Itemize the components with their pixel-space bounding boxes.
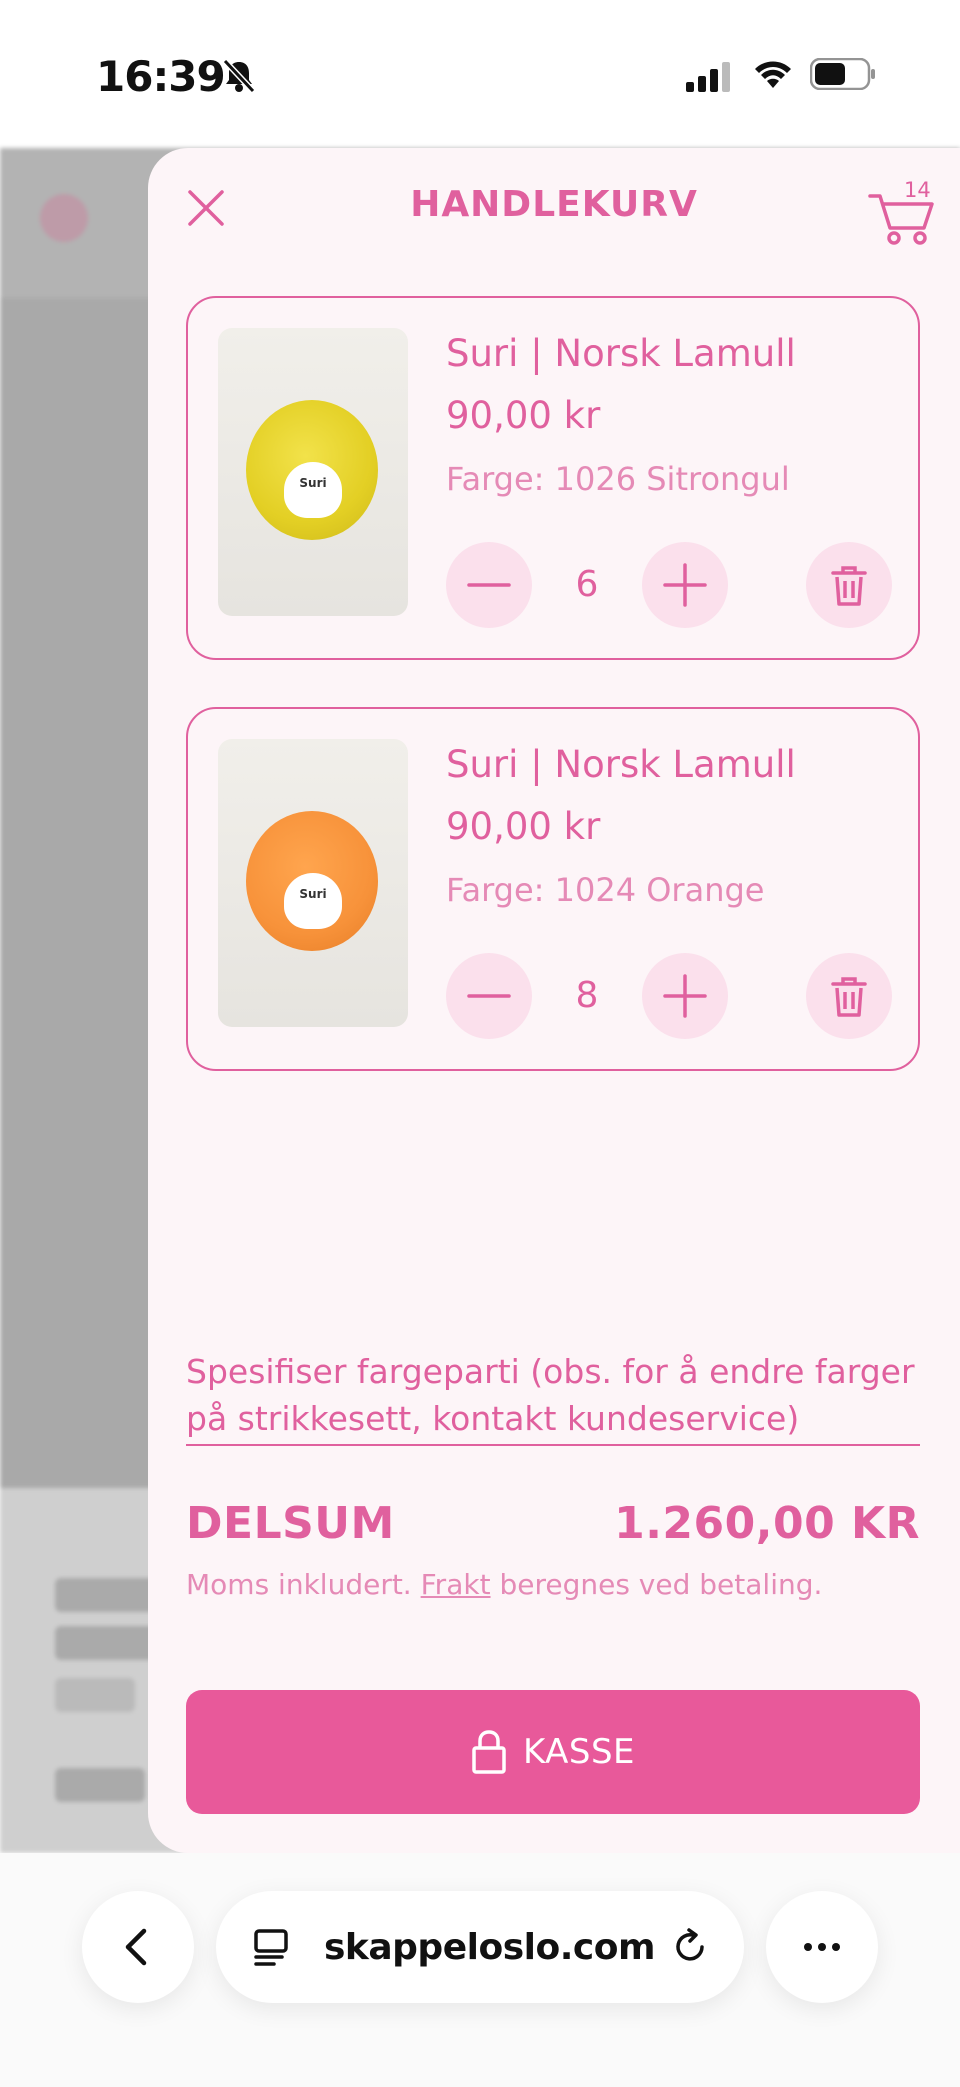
cart-drawer: HANDLEKURV 14 Suri Suri | Norsk Lamull 9… — [148, 148, 960, 1853]
background-text-line — [55, 1768, 145, 1802]
trash-icon — [831, 977, 867, 1017]
product-variant: Farge: 1026 Sitrongul — [446, 460, 790, 498]
tax-note-text: Moms inkludert. — [186, 1568, 421, 1601]
remove-item-button[interactable] — [806, 953, 892, 1039]
quantity-value[interactable]: 8 — [532, 953, 642, 1039]
reload-icon[interactable] — [670, 1927, 710, 1967]
checkout-label: KASSE — [522, 1732, 636, 1772]
address-bar[interactable]: skappeloslo.com — [216, 1891, 744, 2003]
minus-icon — [467, 583, 511, 587]
product-variant: Farge: 1024 Orange — [446, 871, 765, 909]
increase-quantity-button[interactable] — [642, 542, 728, 628]
yarn-label: Suri — [284, 873, 342, 929]
product-price: 90,00 kr — [446, 805, 601, 848]
cart-item: Suri Suri | Norsk Lamull 90,00 kr Farge:… — [186, 707, 920, 1071]
checkout-button[interactable]: KASSE — [186, 1690, 920, 1814]
cart-item: Suri Suri | Norsk Lamull 90,00 kr Farge:… — [186, 296, 920, 660]
bell-muted-icon — [222, 58, 256, 94]
decrease-quantity-button[interactable] — [446, 542, 532, 628]
yarn-label: Suri — [284, 462, 342, 518]
subtotal-value: 1.260,00 KR — [614, 1498, 920, 1549]
more-icon — [804, 1943, 840, 1951]
product-name[interactable]: Suri | Norsk Lamull — [446, 743, 796, 786]
signal-icon — [686, 62, 730, 92]
product-image[interactable]: Suri — [218, 739, 408, 1027]
plus-icon — [663, 563, 707, 607]
tax-note-text-end: beregnes ved betaling. — [490, 1568, 823, 1601]
battery-icon — [810, 58, 875, 90]
trash-icon — [831, 566, 867, 606]
status-bar: 16:39 — [0, 0, 960, 148]
cart-title: HANDLEKURV — [410, 184, 698, 225]
cart-count-badge: 14 — [904, 178, 931, 202]
background-text-line — [55, 1678, 135, 1712]
subtotal-label: DELSUM — [186, 1498, 395, 1549]
status-time: 16:39 — [96, 52, 226, 101]
url-text: skappeloslo.com — [324, 1927, 655, 1968]
back-button[interactable] — [82, 1891, 194, 2003]
minus-icon — [467, 994, 511, 998]
increase-quantity-button[interactable] — [642, 953, 728, 1039]
page-menu-icon — [254, 1929, 288, 1966]
batch-note-field[interactable]: Spesifiser fargeparti (obs. for å endre … — [186, 1348, 920, 1446]
chevron-left-icon — [125, 1928, 147, 1966]
plus-icon — [663, 974, 707, 1018]
more-options-button[interactable] — [766, 1891, 878, 2003]
shipping-link[interactable]: Frakt — [421, 1568, 491, 1601]
decrease-quantity-button[interactable] — [446, 953, 532, 1039]
lock-icon — [472, 1730, 506, 1774]
product-image[interactable]: Suri — [218, 328, 408, 616]
tax-note: Moms inkludert. Frakt beregnes ved betal… — [186, 1568, 822, 1601]
background-logo — [40, 194, 88, 242]
product-price: 90,00 kr — [446, 394, 601, 437]
remove-item-button[interactable] — [806, 542, 892, 628]
wifi-icon — [755, 61, 791, 88]
quantity-value[interactable]: 6 — [532, 542, 642, 628]
browser-toolbar: skappeloslo.com — [0, 1853, 960, 2087]
product-name[interactable]: Suri | Norsk Lamull — [446, 332, 796, 375]
